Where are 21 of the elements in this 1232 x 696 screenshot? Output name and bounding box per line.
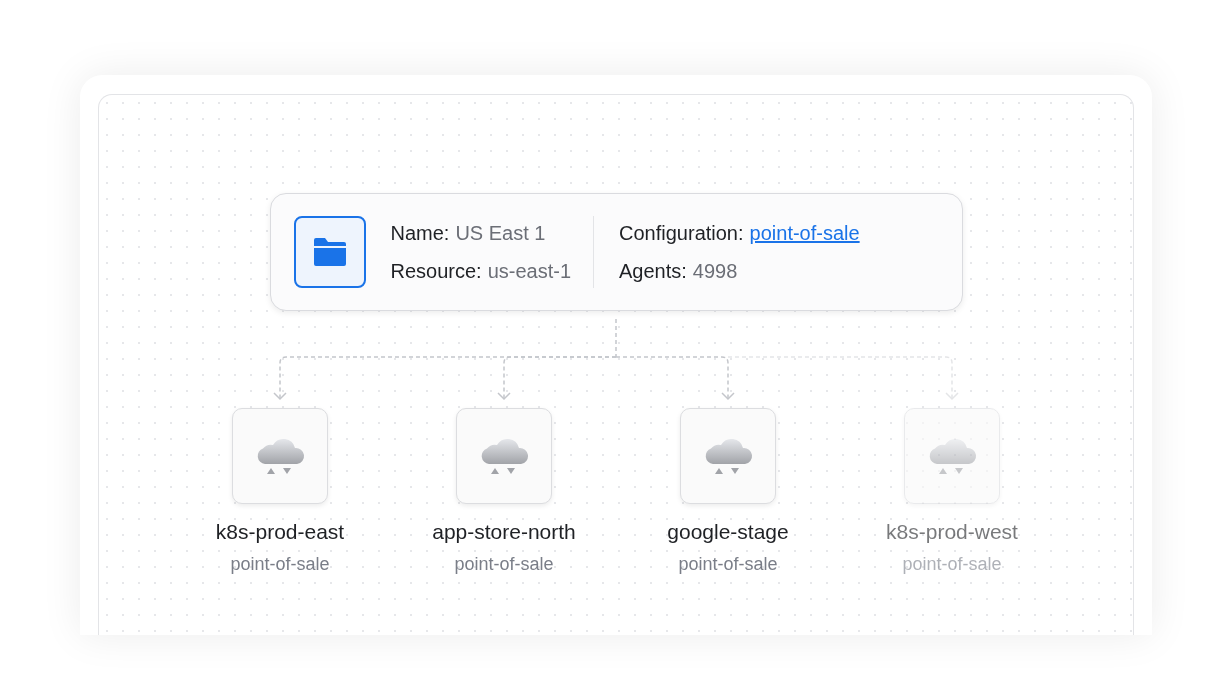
field-value: 4998: [692, 259, 738, 284]
cluster-configuration: point-of-sale: [902, 553, 1002, 576]
cluster-tile[interactable]: [232, 408, 328, 504]
field-label: Configuration:: [619, 221, 744, 246]
field-label: Resource:: [390, 259, 482, 284]
field-value: us-east-1: [487, 259, 572, 284]
cluster-configuration: point-of-sale: [454, 553, 554, 576]
cluster-name: k8s-prod-east: [215, 519, 345, 545]
cluster-configuration: point-of-sale: [678, 553, 778, 576]
field-label: Agents:: [619, 259, 687, 284]
cluster-tile[interactable]: [680, 408, 776, 504]
field-label: Name:: [390, 221, 450, 246]
connector-line: [615, 318, 617, 358]
cluster-name: google-stage: [667, 519, 789, 545]
folder-icon: [293, 216, 366, 288]
configuration-link[interactable]: point-of-sale: [749, 220, 860, 246]
cluster-tile[interactable]: [456, 408, 552, 504]
cluster-configuration: point-of-sale: [230, 553, 330, 576]
cluster-name: k8s-prod-west: [886, 519, 1018, 545]
cluster-name: app-store-north: [432, 519, 576, 545]
field-value: US East 1: [455, 221, 546, 246]
